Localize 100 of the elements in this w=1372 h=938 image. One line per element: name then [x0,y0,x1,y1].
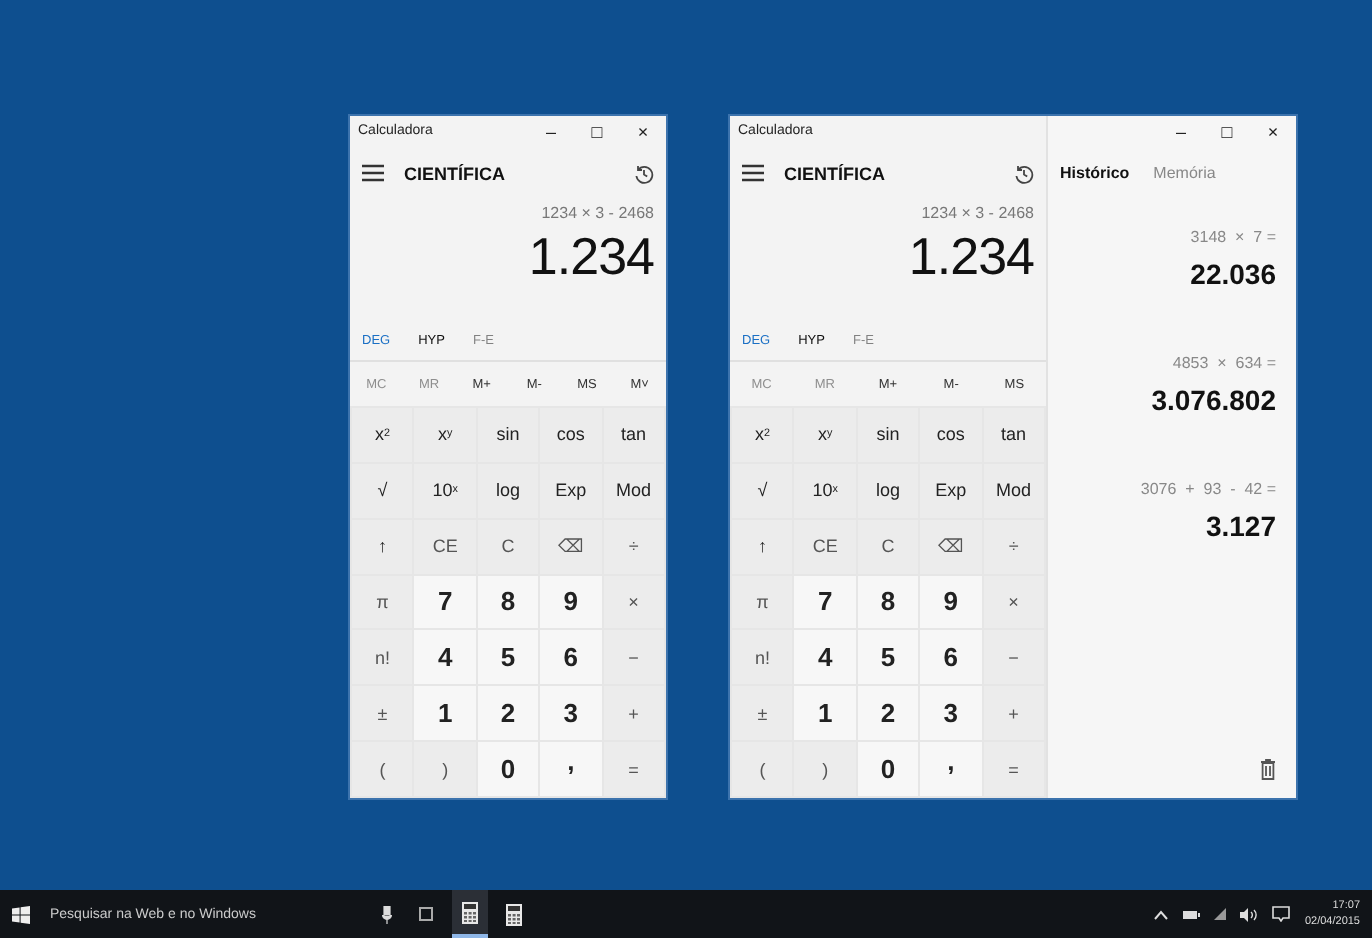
operator-key[interactable]: − [983,630,1044,685]
operator-key[interactable]: ± [732,686,793,741]
panel-tab[interactable]: Histórico [1060,164,1130,182]
operator-key[interactable]: + [603,686,664,741]
digit-key[interactable]: 6 [920,630,982,685]
digit-key[interactable]: 6 [540,630,602,685]
function-key[interactable]: x$^{y}$ [794,408,856,462]
decimal-key[interactable]: , [540,742,602,796]
operator-key[interactable]: π [352,575,413,629]
function-key[interactable]: 10$^{x}$ [794,463,856,518]
digit-key[interactable]: 2 [857,686,919,741]
maximize-button[interactable]: □ [1204,121,1250,141]
menu-icon[interactable] [362,164,384,182]
operator-key[interactable]: ÷ [983,519,1044,574]
operator-key[interactable]: = [983,742,1044,796]
mode-title: CIENTÍFICA [404,163,507,183]
function-key[interactable]: x$^{y}$ [414,408,476,462]
digit-key[interactable]: 4 [414,630,476,685]
microphone-icon[interactable] [382,905,392,923]
digit-key[interactable]: 5 [477,630,539,685]
history-result[interactable]: 3.127 [1205,510,1276,542]
operator-key[interactable]: CE [794,519,856,574]
function-key[interactable]: Mod [603,463,664,518]
history-icon[interactable] [634,163,654,183]
history-result[interactable]: 3.076.802 [1151,384,1276,416]
operator-key[interactable]: π [732,575,793,629]
menu-icon[interactable] [742,164,764,182]
calculator-taskbar-button[interactable] [452,890,488,938]
function-key[interactable]: Exp [920,463,982,518]
notification-icon[interactable] [1272,906,1291,922]
trash-icon[interactable] [1260,757,1276,779]
digit-key[interactable]: 0 [857,742,919,796]
function-key[interactable]: x$^{2}$ [732,408,793,462]
chevron-up-icon[interactable] [1154,909,1169,919]
close-button[interactable]: × [620,121,666,141]
function-key[interactable]: √ [732,463,793,518]
function-key[interactable]: tan [603,408,664,462]
operator-key[interactable]: n! [352,630,413,685]
digit-key[interactable]: 2 [477,686,539,741]
operator-key[interactable]: ⌫ [540,519,602,574]
operator-key[interactable]: ⌫ [920,519,982,574]
minimize-button[interactable]: – [1158,121,1204,141]
function-key[interactable]: tan [983,408,1044,462]
operator-key[interactable]: × [603,575,664,629]
operator-key[interactable]: − [603,630,664,685]
digit-key[interactable]: 1 [414,686,476,741]
expression-text: 1234 × 3 - 2468 [541,204,654,222]
expression-text: 1234 × 3 - 2468 [921,204,1034,222]
operator-key[interactable]: ) [414,742,476,796]
calculator-icon [462,901,478,923]
function-key[interactable]: Mod [983,463,1044,518]
task-view-icon[interactable] [416,906,436,922]
function-key[interactable]: √ [352,463,413,518]
digit-key[interactable]: 3 [920,686,982,741]
digit-key[interactable]: 8 [477,575,539,629]
result-display: 1.234 [528,226,654,288]
function-key[interactable]: log [477,463,539,518]
digit-key[interactable]: 9 [920,575,982,629]
decimal-key[interactable]: , [920,742,982,796]
function-key[interactable]: ↑ [732,519,793,574]
function-key[interactable]: 10$^{x}$ [414,463,476,518]
operator-key[interactable]: ± [352,686,413,741]
operator-key[interactable]: CE [414,519,476,574]
signal-icon[interactable] [1214,908,1227,920]
digit-key[interactable]: 4 [794,630,856,685]
function-key[interactable]: ↑ [352,519,413,574]
function-key[interactable]: log [857,463,919,518]
operator-key[interactable]: ) [794,742,856,796]
windows-start-icon[interactable] [12,905,30,923]
operator-key[interactable]: = [603,742,664,796]
history-icon[interactable] [1014,163,1034,183]
operator-key[interactable]: + [983,686,1044,741]
digit-key[interactable]: 5 [857,630,919,685]
operator-key[interactable]: ( [732,742,793,796]
operator-key[interactable]: C [857,519,919,574]
function-key[interactable]: sin [477,408,539,462]
result-display: 1.234 [908,226,1034,288]
digit-key[interactable]: 1 [794,686,856,741]
digit-key[interactable]: 9 [540,575,602,629]
digit-key[interactable]: 3 [540,686,602,741]
battery-icon[interactable] [1182,909,1201,919]
operator-key[interactable]: × [983,575,1044,629]
history-result[interactable]: 22.036 [1190,258,1276,290]
minimize-button[interactable]: – [528,121,574,141]
function-key[interactable]: x$^{2}$ [352,408,413,462]
operator-key[interactable]: C [477,519,539,574]
digit-key[interactable]: 7 [414,575,476,629]
function-key[interactable]: sin [857,408,919,462]
close-button[interactable]: × [1250,121,1296,141]
digit-key[interactable]: 7 [794,575,856,629]
function-key[interactable]: cos [920,408,982,462]
operator-key[interactable]: ( [352,742,413,796]
digit-key[interactable]: 8 [857,575,919,629]
operator-key[interactable]: n! [732,630,793,685]
maximize-button[interactable]: □ [574,121,620,141]
operator-key[interactable]: ÷ [603,519,664,574]
function-key[interactable]: cos [540,408,602,462]
digit-key[interactable]: 0 [477,742,539,796]
function-key[interactable]: Exp [540,463,602,518]
speaker-icon[interactable] [1240,907,1259,921]
